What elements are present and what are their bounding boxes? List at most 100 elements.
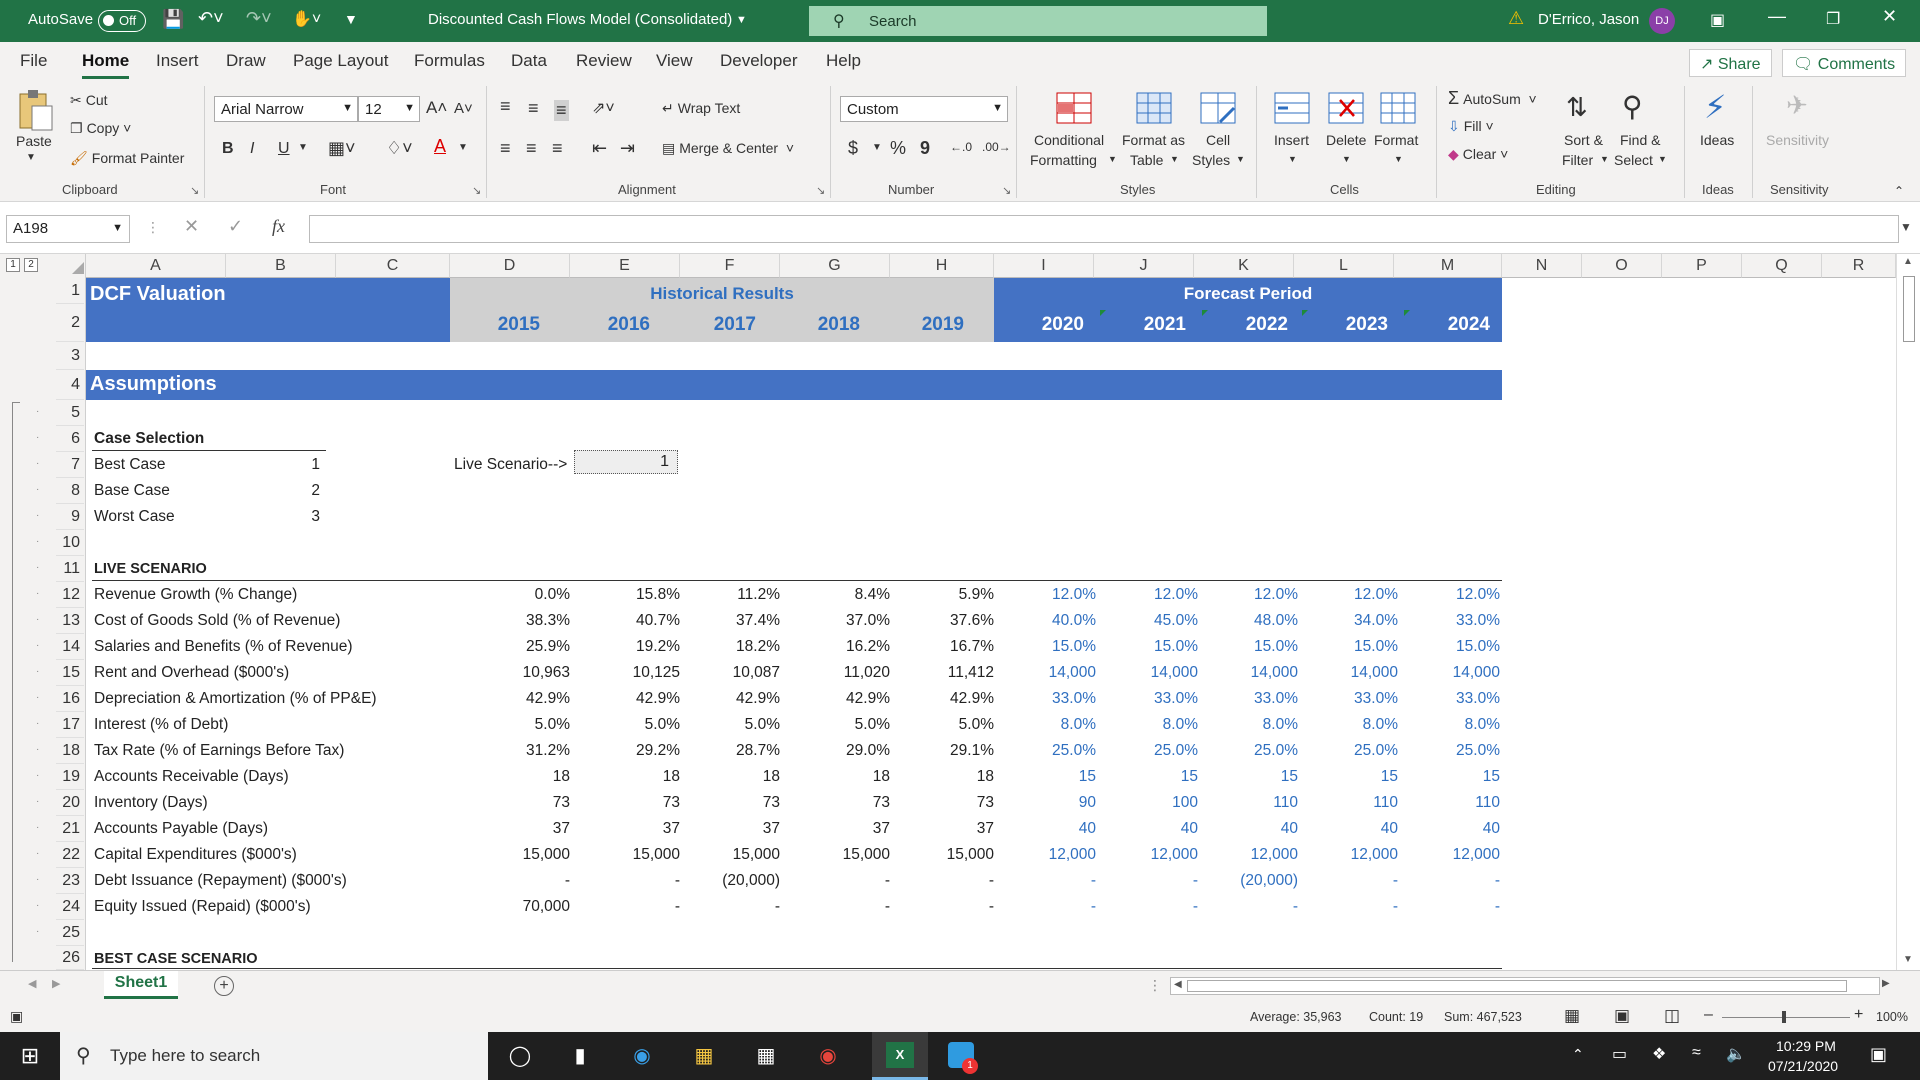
forecast-value[interactable]: 14,000 [996,660,1096,686]
historical-value[interactable]: 73 [470,790,570,816]
worksheet-grid[interactable]: 1 2 ABCDEFGHIJKLMNOPQR 1 2 3 4 5 · 6 · 7 · 8 · 9 · 10 ·… [0,254,1920,970]
tab-page-layout[interactable]: Page Layout [293,51,388,71]
live-scenario-input[interactable]: 1 [574,450,678,474]
status-sum[interactable]: Sum: 467,523 [1444,1010,1522,1024]
forecast-value[interactable]: 100 [1098,790,1198,816]
currency-button[interactable]: $ [848,138,858,159]
forecast-value[interactable]: 25.0% [1098,738,1198,764]
historical-value[interactable]: 15,000 [580,842,680,868]
document-title[interactable]: Discounted Cash Flows Model (Consolidate… [428,11,732,28]
metric-label[interactable]: Capital Expenditures ($000's) [94,842,297,868]
column-header[interactable]: A [86,254,226,278]
row-header[interactable]: 10 [56,530,84,556]
row-header[interactable]: 19 [56,764,84,790]
cut-button[interactable]: ✂ Cut [70,92,108,109]
bold-button[interactable]: B [222,140,234,158]
middle-align-icon[interactable]: ≡ [528,98,539,119]
chevron-down-icon[interactable]: ▼ [1236,154,1245,164]
metric-label[interactable]: Interest (% of Debt) [94,712,228,738]
historical-value[interactable]: 73 [580,790,680,816]
forecast-value[interactable]: 40 [1198,816,1298,842]
row-header[interactable]: 25 [56,920,84,946]
format-as-table-label-1[interactable]: Format as [1122,132,1185,148]
historical-value[interactable]: 5.0% [580,712,680,738]
row-header[interactable]: 17 [56,712,84,738]
app-taskbar-button[interactable]: 1 [934,1032,990,1080]
live-scenario-heading[interactable]: LIVE SCENARIO [94,556,207,582]
vertical-scrollbar[interactable]: ▲ ▼ [1896,254,1920,970]
forecast-value[interactable]: 33.0% [996,686,1096,712]
increase-font-icon[interactable]: A˄ [426,98,447,118]
row-header[interactable]: 4 [56,370,84,400]
font-size-select[interactable]: 12 ▼ [358,96,420,122]
battery-icon[interactable]: ▭ [1612,1044,1627,1064]
macro-record-icon[interactable]: ▣ [10,1008,23,1025]
forecast-value[interactable]: 15.0% [1400,634,1500,660]
chrome-icon[interactable]: ◉ [814,1042,842,1070]
sort-filter-label-1[interactable]: Sort & [1564,132,1603,148]
delete-cells-label[interactable]: Delete [1326,132,1366,148]
store-icon[interactable]: ▦ [752,1042,780,1070]
historical-value[interactable]: 37 [470,816,570,842]
row-header[interactable]: 2 [56,304,84,342]
zoom-in-button[interactable]: + [1854,1006,1863,1024]
historical-value[interactable]: 16.7% [894,634,994,660]
historical-value[interactable]: 16.2% [790,634,890,660]
forecast-value[interactable]: 8.0% [1400,712,1500,738]
forecast-value[interactable]: 14,000 [1198,660,1298,686]
forecast-value[interactable]: 8.0% [996,712,1096,738]
row-header[interactable]: 13 [56,608,84,634]
tab-developer[interactable]: Developer [720,51,798,71]
save-icon[interactable]: 💾 [162,9,184,30]
forecast-value[interactable]: 90 [996,790,1096,816]
historical-value[interactable]: 31.2% [470,738,570,764]
insert-function-button[interactable]: fx [272,216,285,237]
forecast-value[interactable]: 12.0% [1198,582,1298,608]
historical-value[interactable]: 18 [680,764,780,790]
metric-label[interactable]: Salaries and Benefits (% of Revenue) [94,634,352,660]
historical-value[interactable]: 42.9% [790,686,890,712]
column-header[interactable]: F [680,254,780,278]
forecast-header[interactable]: Forecast Period 2020 2021 2022 2023 2024 [994,278,1502,342]
horizontal-scroll-thumb[interactable] [1187,980,1847,992]
historical-value[interactable]: 10,963 [470,660,570,686]
chevron-down-icon[interactable]: ▼ [1108,154,1117,164]
alignment-launcher-icon[interactable]: ↘ [816,184,825,197]
forecast-value[interactable]: 33.0% [1198,686,1298,712]
action-center-icon[interactable]: ▣ [1870,1044,1887,1065]
ideas-label[interactable]: Ideas [1700,132,1734,148]
conditional-formatting-icon[interactable] [1056,92,1094,128]
clipboard-launcher-icon[interactable]: ↘ [190,184,199,197]
autosum-button[interactable]: Σ AutoSum ˅ [1448,88,1537,109]
forecast-value[interactable]: 33.0% [1400,608,1500,634]
touch-mode-icon[interactable]: ✋˅ [292,9,321,29]
insert-cells-label[interactable]: Insert [1274,132,1309,148]
historical-value[interactable]: 11.2% [680,582,780,608]
tab-draw[interactable]: Draw [226,51,266,71]
scroll-down-icon[interactable]: ▼ [1903,954,1913,965]
historical-value[interactable]: 18 [470,764,570,790]
forecast-value[interactable]: - [1098,868,1198,894]
historical-value[interactable]: 37.0% [790,608,890,634]
row-header[interactable]: 18 [56,738,84,764]
row-header[interactable]: 26 [56,946,84,970]
historical-value[interactable]: 18 [580,764,680,790]
status-average[interactable]: Average: 35,963 [1250,1010,1342,1024]
historical-value[interactable]: 18 [790,764,890,790]
normal-view-icon[interactable]: ▦ [1564,1006,1580,1026]
zoom-out-button[interactable]: – [1704,1006,1713,1024]
sort-filter-label-2[interactable]: Filter [1562,152,1593,168]
tab-formulas[interactable]: Formulas [414,51,485,71]
historical-value[interactable]: 5.0% [680,712,780,738]
sort-filter-icon[interactable]: ⇅ [1566,92,1588,123]
forecast-value[interactable]: 25.0% [996,738,1096,764]
historical-value[interactable]: 11,412 [894,660,994,686]
historical-value[interactable]: 29.0% [790,738,890,764]
case-selection-heading[interactable]: Case Selection [94,426,204,452]
forecast-value[interactable]: 25.0% [1298,738,1398,764]
comments-button[interactable]: 🗨 Comments [1782,49,1907,77]
case-value[interactable]: 2 [270,478,320,504]
historical-header[interactable]: Historical Results 2015 2016 2017 2018 2… [450,278,994,342]
top-align-icon[interactable]: ≡ [500,96,511,117]
forecast-value[interactable]: 34.0% [1298,608,1398,634]
